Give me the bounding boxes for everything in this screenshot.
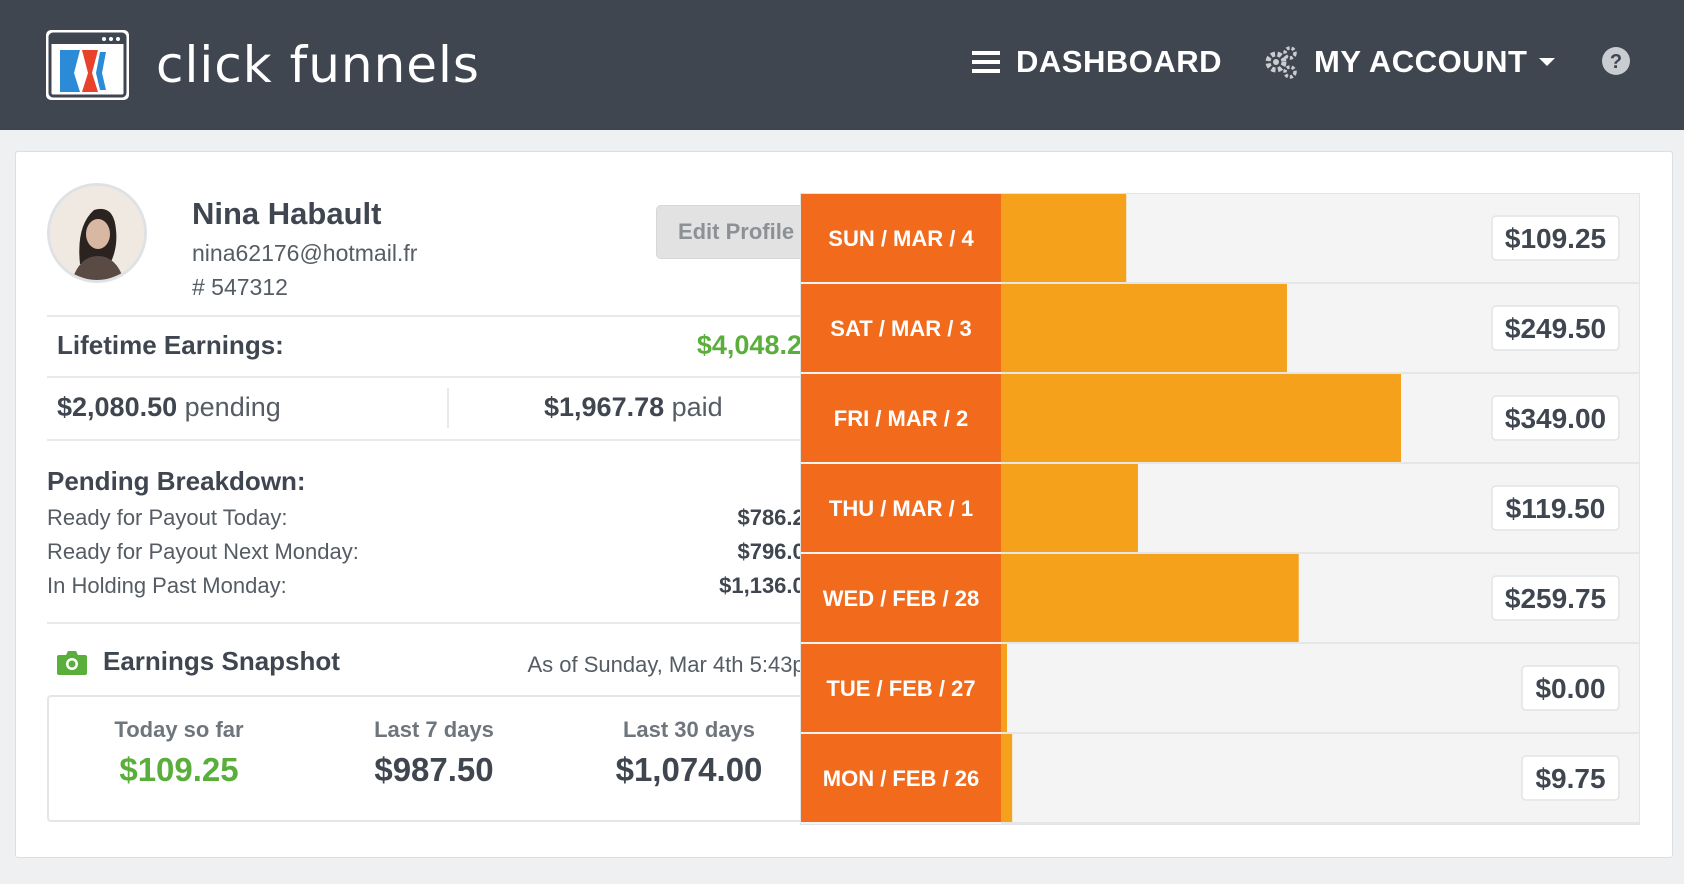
divider bbox=[47, 439, 817, 441]
svg-text:?: ? bbox=[1610, 51, 1622, 73]
gears-icon bbox=[1265, 46, 1297, 79]
earnings-bar bbox=[1001, 194, 1127, 282]
pending-amount: $2,080.50 bbox=[57, 392, 178, 422]
value-label: $0.00 bbox=[1535, 673, 1605, 704]
breakdown-label: Ready for Payout Today: bbox=[47, 505, 288, 530]
paid-total: $1,967.78 paid bbox=[544, 392, 723, 423]
pending-breakdown-row: Ready for Payout Next Monday: $796.00 bbox=[47, 539, 817, 565]
snapshot-last-30-days: Last 30 days $1,074.00 bbox=[579, 717, 799, 789]
avatar bbox=[47, 183, 147, 283]
user-name: Nina Habault bbox=[192, 196, 382, 231]
earnings-snapshot-title: Earnings Snapshot bbox=[103, 646, 340, 676]
paid-word: paid bbox=[671, 392, 723, 422]
nav-my-account-label: MY ACCOUNT bbox=[1314, 44, 1528, 79]
user-email: nina62176@hotmail.fr bbox=[192, 240, 418, 266]
day-label: TUE / FEB / 27 bbox=[826, 676, 975, 701]
nav-my-account[interactable]: MY ACCOUNT bbox=[1262, 42, 1556, 82]
daily-earnings-chart: SUN / MAR / 4 $109.25 SAT / MAR / 3 $249.50… bbox=[800, 193, 1640, 825]
earnings-bar bbox=[1001, 644, 1007, 732]
earnings-bar bbox=[1001, 734, 1013, 822]
top-navbar: click funnels DASHBOARD MY ACCOUNT ? bbox=[0, 0, 1684, 130]
snapshot-last-7-days: Last 7 days $987.50 bbox=[324, 717, 544, 789]
menu-icon bbox=[972, 51, 1000, 73]
lifetime-earnings-value: $4,048.28 bbox=[696, 330, 817, 360]
snapshot-value: $109.25 bbox=[119, 751, 239, 788]
snapshot-value: $987.50 bbox=[374, 751, 494, 788]
day-label: SUN / MAR / 4 bbox=[828, 226, 974, 251]
divider bbox=[47, 376, 817, 378]
divider bbox=[447, 388, 449, 428]
camera-icon bbox=[57, 650, 87, 675]
row-divider bbox=[1001, 282, 1639, 284]
value-label: $9.75 bbox=[1535, 763, 1605, 794]
value-label: $349.00 bbox=[1505, 403, 1606, 434]
paid-amount: $1,967.78 bbox=[544, 392, 665, 422]
value-label: $109.25 bbox=[1505, 223, 1606, 254]
earnings-bar bbox=[1001, 374, 1401, 462]
row-divider bbox=[1001, 732, 1639, 734]
pending-breakdown-title: Pending Breakdown: bbox=[47, 466, 306, 496]
earnings-bar bbox=[1001, 554, 1299, 642]
pending-breakdown-row: In Holding Past Monday: $1,136.00 bbox=[47, 573, 817, 599]
caret-down-icon bbox=[1539, 58, 1556, 66]
snapshot-timestamp: As of Sunday, Mar 4th 5:43pm bbox=[527, 652, 823, 677]
row-divider bbox=[1001, 462, 1639, 464]
snapshot-label: Last 30 days bbox=[622, 717, 756, 742]
day-label: MON / FEB / 26 bbox=[823, 766, 979, 791]
row-divider bbox=[1001, 372, 1639, 374]
brand-name[interactable]: click funnels bbox=[156, 36, 480, 94]
snapshot-label: Last 7 days bbox=[374, 717, 494, 742]
edit-profile-button[interactable]: Edit Profile bbox=[656, 205, 816, 259]
nav-dashboard[interactable]: DASHBOARD bbox=[972, 42, 1222, 82]
lifetime-earnings-label: Lifetime Earnings: bbox=[57, 330, 284, 360]
user-id: # 547312 bbox=[192, 274, 288, 300]
help-icon[interactable]: ? bbox=[1601, 46, 1631, 76]
earnings-card: Nina Habault nina62176@hotmail.fr # 5473… bbox=[15, 151, 1673, 858]
snapshot-today: Today so far $109.25 bbox=[69, 717, 289, 789]
breakdown-label: In Holding Past Monday: bbox=[47, 573, 287, 598]
snapshot-value: $1,074.00 bbox=[615, 751, 763, 788]
snapshot-label: Today so far bbox=[114, 717, 244, 742]
earnings-bar bbox=[1001, 284, 1287, 372]
earnings-snapshot-header: Earnings Snapshot bbox=[57, 646, 340, 677]
nav-dashboard-label: DASHBOARD bbox=[1016, 44, 1222, 79]
pending-word: pending bbox=[184, 392, 281, 422]
row-divider bbox=[1001, 642, 1639, 644]
clickfunnels-logo-icon[interactable] bbox=[46, 30, 129, 100]
pending-total: $2,080.50 pending bbox=[57, 392, 281, 423]
day-label: THU / MAR / 1 bbox=[829, 496, 973, 521]
profile-earnings-panel: Nina Habault nina62176@hotmail.fr # 5473… bbox=[47, 152, 833, 852]
user-photo-icon bbox=[50, 186, 144, 280]
earnings-bar bbox=[1001, 464, 1138, 552]
breakdown-label: Ready for Payout Next Monday: bbox=[47, 539, 359, 564]
row-divider bbox=[1001, 822, 1639, 824]
day-label: WED / FEB / 28 bbox=[823, 586, 979, 611]
row-divider bbox=[1001, 552, 1639, 554]
divider bbox=[47, 315, 817, 317]
snapshot-summary-box: Today so far $109.25 Last 7 days $987.50… bbox=[47, 695, 817, 822]
value-label: $249.50 bbox=[1505, 313, 1606, 344]
day-label: FRI / MAR / 2 bbox=[834, 406, 968, 431]
value-label: $259.75 bbox=[1505, 583, 1606, 614]
divider bbox=[47, 622, 817, 624]
value-label: $119.50 bbox=[1506, 493, 1606, 524]
pending-breakdown-row: Ready for Payout Today: $786.25 bbox=[47, 505, 817, 531]
day-label: SAT / MAR / 3 bbox=[830, 316, 971, 341]
daily-earnings-chart-svg: SUN / MAR / 4 $109.25 SAT / MAR / 3 $249.50… bbox=[801, 194, 1639, 824]
